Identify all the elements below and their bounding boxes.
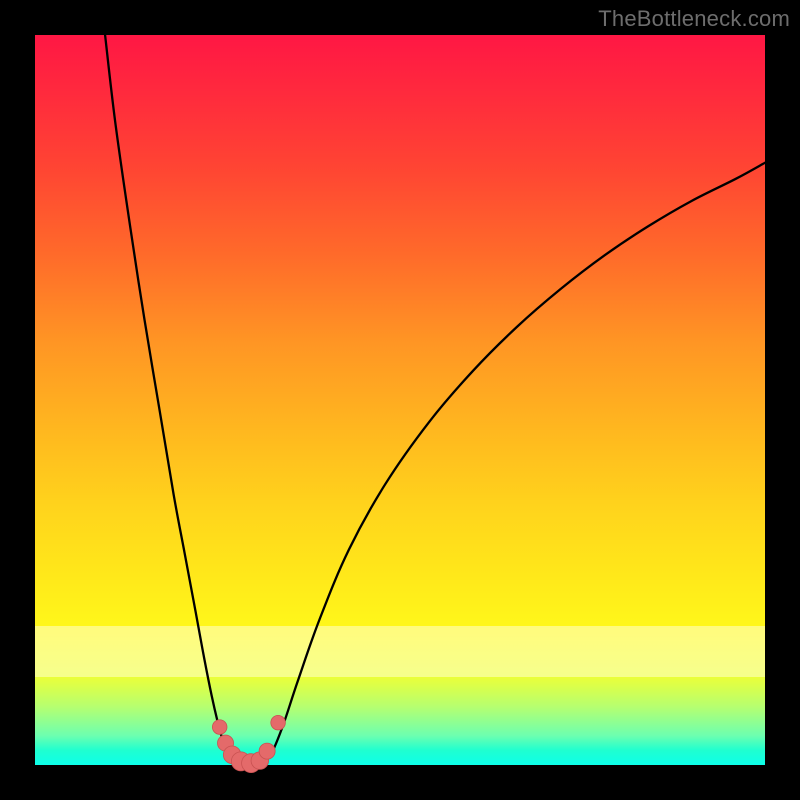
chart-frame: TheBottleneck.com xyxy=(0,0,800,800)
chart-svg xyxy=(35,35,765,765)
valley-marker xyxy=(212,720,227,735)
valley-marker-group xyxy=(212,715,285,772)
valley-marker xyxy=(259,743,275,759)
bottleneck-curve xyxy=(105,35,765,764)
watermark-text: TheBottleneck.com xyxy=(598,6,790,32)
valley-marker xyxy=(271,715,286,730)
